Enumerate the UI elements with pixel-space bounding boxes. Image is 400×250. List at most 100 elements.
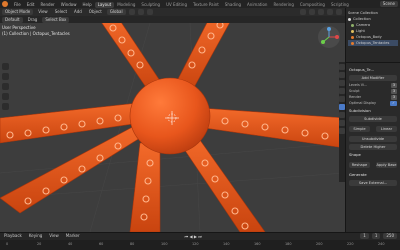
solid-shading-icon[interactable]	[327, 9, 333, 15]
drag-label: Drag	[27, 16, 38, 22]
render-tab-icon[interactable]	[339, 72, 345, 78]
viewport-info: User Perspective (1) Collection | Octopu…	[2, 25, 70, 37]
blender-logo-icon[interactable]	[2, 1, 8, 7]
timeline-controls: Playback Keying View Marker ⏮ ◀ ▶ ⏭ 1 1 …	[0, 232, 400, 240]
tab-layout[interactable]: Layout	[94, 1, 115, 8]
menu-select[interactable]: Select	[53, 9, 69, 15]
current-frame-field[interactable]: 1	[360, 233, 369, 239]
apply-base-button[interactable]: Apply Base	[376, 162, 397, 168]
xray-icon[interactable]	[318, 9, 324, 15]
menu-keying[interactable]: Keying	[27, 233, 44, 239]
frame-tick-label: 60	[99, 242, 104, 246]
camera-icon	[351, 23, 354, 27]
frame-tick-label: 180	[285, 242, 292, 246]
pivot-icon[interactable]	[128, 9, 135, 15]
subdivision-header[interactable]: Subdivision	[349, 108, 397, 114]
tab-sculpting[interactable]: Sculpting	[138, 2, 163, 8]
frame-tick-label: 120	[192, 242, 199, 246]
object-name-field[interactable]: Octopus_Te...	[349, 67, 397, 73]
tentacle-lower-right	[179, 132, 266, 232]
menu-timeline-view[interactable]: View	[47, 233, 61, 239]
mesh-icon	[351, 35, 354, 39]
move-tool-icon[interactable]	[2, 83, 9, 90]
optimal-display-checkbox[interactable]: Optimal Display ✓	[349, 101, 397, 106]
mode-dropdown[interactable]: Object Mode	[2, 9, 34, 15]
frame-tick-label: 20	[37, 242, 42, 246]
select-box-dropdown[interactable]: Select Box	[42, 16, 70, 23]
select-tool-icon[interactable]	[2, 63, 9, 70]
play-icon[interactable]: ⏮ ◀ ▶ ⏭	[185, 234, 202, 239]
add-modifier-button[interactable]: Add Modifier	[349, 75, 397, 81]
tab-modeling[interactable]: Modeling	[114, 2, 138, 8]
snap-icon[interactable]	[137, 9, 144, 15]
save-external-button[interactable]: Save External...	[349, 180, 397, 186]
output-tab-icon[interactable]	[339, 80, 345, 86]
end-frame-field[interactable]: 250	[383, 233, 397, 239]
octopus-body	[129, 77, 211, 155]
linear-button[interactable]: Linear	[376, 126, 397, 132]
properties-tab-strip	[339, 62, 345, 182]
tentacle-bottom	[129, 142, 161, 232]
menu-help[interactable]: Help	[79, 2, 94, 7]
physics-tab-icon[interactable]	[339, 120, 345, 126]
tab-animation[interactable]: Animation	[244, 2, 270, 8]
rotate-tool-icon[interactable]	[2, 93, 9, 100]
object-tab-icon[interactable]	[339, 96, 345, 102]
material-tab-icon[interactable]	[339, 128, 345, 134]
start-frame-field[interactable]: 1	[371, 233, 381, 239]
scale-tool-icon[interactable]	[2, 103, 9, 110]
unsubdivide-button[interactable]: Unsubdivide	[349, 136, 397, 142]
generate-header[interactable]: Generate	[349, 172, 397, 178]
modifier-tab-icon[interactable]	[339, 104, 345, 110]
reshape-button[interactable]: Reshape	[349, 162, 370, 168]
menu-playback[interactable]: Playback	[2, 233, 24, 239]
delete-higher-button[interactable]: Delete Higher	[349, 144, 397, 150]
menu-add[interactable]: Add	[72, 9, 84, 15]
outliner-item-selected[interactable]: Octopus_Tentacles	[348, 40, 398, 46]
overlays-icon[interactable]	[309, 9, 315, 15]
frame-ruler[interactable]: 0 20 40 60 80 100 120 140 160 180 200 220 240	[0, 240, 400, 250]
frame-tick-label: 220	[347, 242, 354, 246]
tab-shading[interactable]: Shading	[222, 2, 244, 8]
3d-viewport[interactable]: User Perspective (1) Collection | Octopu…	[0, 23, 345, 232]
frame-tick-label: 80	[130, 242, 135, 246]
shape-header[interactable]: Shape	[349, 152, 397, 158]
tab-uv-editing[interactable]: UV Editing	[163, 2, 190, 8]
menu-object[interactable]: Object	[87, 9, 104, 15]
orientation-dropdown[interactable]: Default	[2, 16, 23, 23]
navigation-gizmo-icon[interactable]	[317, 25, 341, 49]
simple-button[interactable]: Simple	[349, 126, 370, 132]
light-icon	[351, 29, 354, 33]
subdivide-button[interactable]: Subdivide	[349, 116, 397, 122]
menu-edit[interactable]: Edit	[24, 2, 38, 7]
transform-orientation-dropdown[interactable]: Global	[106, 9, 126, 15]
tab-scripting[interactable]: Scripting	[328, 2, 352, 8]
menu-file[interactable]: File	[11, 2, 24, 7]
top-menu-bar: File Edit Render Window Help Layout Mode…	[0, 0, 400, 8]
material-shading-icon[interactable]	[336, 9, 342, 15]
tentacle-right	[199, 107, 345, 149]
tab-compositing[interactable]: Compositing	[297, 2, 328, 8]
menu-view[interactable]: View	[36, 9, 50, 15]
proportional-edit-icon[interactable]	[146, 9, 153, 15]
particles-tab-icon[interactable]	[339, 112, 345, 118]
menu-render[interactable]: Render	[37, 2, 57, 7]
viewport-header: Object Mode View Select Add Object Globa…	[0, 8, 345, 16]
visibility-icon[interactable]	[300, 9, 306, 15]
sculpt-levels-field[interactable]: Sculpt 3	[349, 89, 397, 94]
tool-tab-icon[interactable]	[339, 64, 345, 70]
frame-tick-label: 100	[161, 242, 168, 246]
frame-tick-label: 240	[378, 242, 385, 246]
render-levels-field[interactable]: Render 3	[349, 95, 397, 100]
scene-selector[interactable]: Scene	[379, 1, 398, 7]
tab-rendering[interactable]: Rendering	[270, 2, 296, 8]
tool-settings-bar: Default Drag Select Box	[0, 16, 345, 23]
menu-marker[interactable]: Marker	[64, 233, 82, 239]
properties-editor: Octopus_Te... Add Modifier Levels Vi... 3…	[346, 63, 400, 186]
cursor-tool-icon[interactable]	[2, 73, 9, 80]
tab-texture-paint[interactable]: Texture Paint	[190, 2, 222, 8]
outliner: Scene Collection Collection Camera Light…	[346, 8, 400, 62]
menu-window[interactable]: Window	[58, 2, 80, 7]
scene-tab-icon[interactable]	[339, 88, 345, 94]
levels-viewport-field[interactable]: Levels Vi... 3	[349, 83, 397, 88]
